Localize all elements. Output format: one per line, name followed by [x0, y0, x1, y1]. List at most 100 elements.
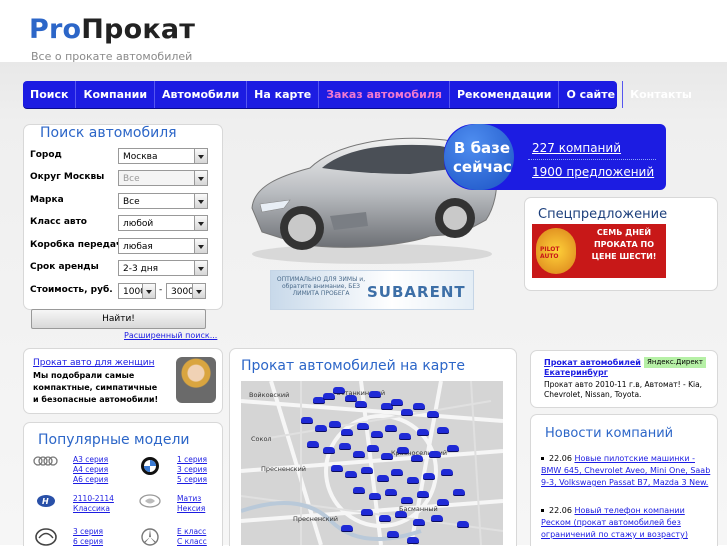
- class-select[interactable]: любой: [118, 215, 208, 231]
- find-button[interactable]: Найти!: [31, 309, 206, 329]
- yandex-direct-badge[interactable]: Яндекс.Директ: [644, 357, 706, 368]
- car-marker-icon[interactable]: [437, 499, 449, 505]
- nav-item-about[interactable]: О сайте: [559, 81, 624, 108]
- woman-driver-image[interactable]: [176, 357, 216, 403]
- model-link[interactable]: A3 серия: [73, 455, 108, 465]
- car-marker-icon[interactable]: [353, 487, 365, 493]
- car-marker-icon[interactable]: [329, 421, 341, 427]
- model-link[interactable]: E класс: [177, 527, 207, 537]
- brand-select[interactable]: Все: [118, 193, 208, 209]
- car-marker-icon[interactable]: [423, 473, 435, 479]
- companies-count-link[interactable]: 227 компаний: [532, 141, 621, 155]
- car-marker-icon[interactable]: [377, 475, 389, 481]
- car-marker-icon[interactable]: [407, 537, 419, 543]
- car-marker-icon[interactable]: [345, 471, 357, 477]
- car-marker-icon[interactable]: [369, 493, 381, 499]
- model-link[interactable]: A6 серия: [73, 475, 108, 485]
- model-link[interactable]: 2110-2114: [73, 494, 114, 504]
- car-marker-icon[interactable]: [323, 447, 335, 453]
- car-marker-icon[interactable]: [307, 441, 319, 447]
- model-link[interactable]: 1 серия: [177, 455, 207, 465]
- car-marker-icon[interactable]: [357, 423, 369, 429]
- special-offer-image[interactable]: PILOT AUTO СЕМЬ ДНЕЙ ПРОКАТА ПО ЦЕНЕ ШЕС…: [532, 224, 666, 278]
- car-marker-icon[interactable]: [391, 399, 403, 405]
- car-marker-icon[interactable]: [341, 525, 353, 531]
- rental-map[interactable]: Войковский Останкинский Сокол Пресненски…: [241, 381, 503, 545]
- model-link[interactable]: C класс: [177, 537, 207, 547]
- car-marker-icon[interactable]: [369, 391, 381, 397]
- car-marker-icon[interactable]: [441, 469, 453, 475]
- chevron-down-icon: [142, 284, 155, 298]
- car-marker-icon[interactable]: [339, 443, 351, 449]
- car-marker-icon[interactable]: [395, 511, 407, 517]
- car-marker-icon[interactable]: [331, 465, 343, 471]
- car-marker-icon[interactable]: [447, 445, 459, 451]
- car-marker-icon[interactable]: [355, 401, 367, 407]
- advanced-search-link[interactable]: Расширенный поиск...: [124, 331, 217, 340]
- nav-item-map[interactable]: На карте: [247, 81, 320, 108]
- cost-to-select[interactable]: 3000: [166, 283, 206, 299]
- car-marker-icon[interactable]: [401, 497, 413, 503]
- car-marker-icon[interactable]: [361, 467, 373, 473]
- car-marker-icon[interactable]: [301, 417, 313, 423]
- car-marker-icon[interactable]: [407, 477, 419, 483]
- car-marker-icon[interactable]: [387, 531, 399, 537]
- model-link[interactable]: 3 серия: [177, 465, 207, 475]
- car-marker-icon[interactable]: [345, 395, 357, 401]
- car-marker-icon[interactable]: [453, 489, 465, 495]
- nav-item-cars[interactable]: Автомобили: [155, 81, 248, 108]
- model-link[interactable]: Классика: [73, 504, 114, 514]
- chevron-down-icon: [192, 284, 205, 298]
- model-links: 3 серия 6 серия: [73, 527, 103, 547]
- car-marker-icon[interactable]: [385, 489, 397, 495]
- model-link[interactable]: 6 серия: [73, 537, 103, 547]
- model-link[interactable]: A4 серия: [73, 465, 108, 475]
- car-marker-icon[interactable]: [341, 429, 353, 435]
- model-link[interactable]: 5 серия: [177, 475, 207, 485]
- car-marker-icon[interactable]: [413, 403, 425, 409]
- car-marker-icon[interactable]: [399, 433, 411, 439]
- car-marker-icon[interactable]: [413, 519, 425, 525]
- car-marker-icon[interactable]: [427, 411, 439, 417]
- model-link[interactable]: Матиз: [177, 494, 205, 504]
- nav-item-search[interactable]: Поиск: [23, 81, 77, 108]
- car-marker-icon[interactable]: [411, 455, 423, 461]
- car-marker-icon[interactable]: [431, 515, 443, 521]
- nav-item-order[interactable]: Заказ автомобиля: [319, 81, 450, 108]
- city-select[interactable]: Москва: [118, 148, 208, 164]
- model-link[interactable]: 3 серия: [73, 527, 103, 537]
- car-marker-icon[interactable]: [397, 447, 409, 453]
- car-marker-icon[interactable]: [371, 431, 383, 437]
- nav-item-recommendations[interactable]: Рекомендации: [450, 81, 560, 108]
- car-marker-icon[interactable]: [401, 409, 413, 415]
- cost-from-select[interactable]: 1000: [118, 283, 156, 299]
- car-marker-icon[interactable]: [361, 509, 373, 515]
- car-marker-icon[interactable]: [457, 521, 469, 527]
- women-rental-link[interactable]: Прокат авто для женщин: [33, 358, 154, 368]
- gearbox-select[interactable]: любая: [118, 238, 208, 254]
- car-marker-icon[interactable]: [429, 451, 441, 457]
- car-marker-icon[interactable]: [367, 445, 379, 451]
- car-marker-icon[interactable]: [391, 469, 403, 475]
- ad-title-link[interactable]: Прокат автомобилей Екатеринбург: [544, 358, 644, 378]
- subarent-banner[interactable]: ОПТИМАЛЬНО ДЛЯ ЗИМЫ и, обратите внимание…: [270, 270, 474, 310]
- car-marker-icon[interactable]: [417, 491, 429, 497]
- car-marker-icon[interactable]: [353, 451, 365, 457]
- nav-item-companies[interactable]: Компании: [76, 81, 156, 108]
- model-link[interactable]: Нексия: [177, 504, 205, 514]
- car-marker-icon[interactable]: [379, 515, 391, 521]
- bullet-icon: [541, 457, 544, 460]
- site-logo[interactable]: ProПрокат: [29, 14, 195, 45]
- car-marker-icon[interactable]: [381, 453, 393, 459]
- car-marker-icon[interactable]: [323, 393, 335, 399]
- car-marker-icon[interactable]: [385, 425, 397, 431]
- nav-item-contacts[interactable]: Контакты: [623, 81, 699, 108]
- car-marker-icon[interactable]: [437, 427, 449, 433]
- district-select[interactable]: Все: [118, 170, 208, 186]
- offers-count-link[interactable]: 1900 предложений: [532, 165, 654, 179]
- car-marker-icon[interactable]: [333, 387, 345, 393]
- term-select[interactable]: 2-3 дня: [118, 260, 208, 276]
- car-marker-icon[interactable]: [315, 425, 327, 431]
- car-marker-icon[interactable]: [417, 429, 429, 435]
- field-label: Марка: [30, 195, 64, 205]
